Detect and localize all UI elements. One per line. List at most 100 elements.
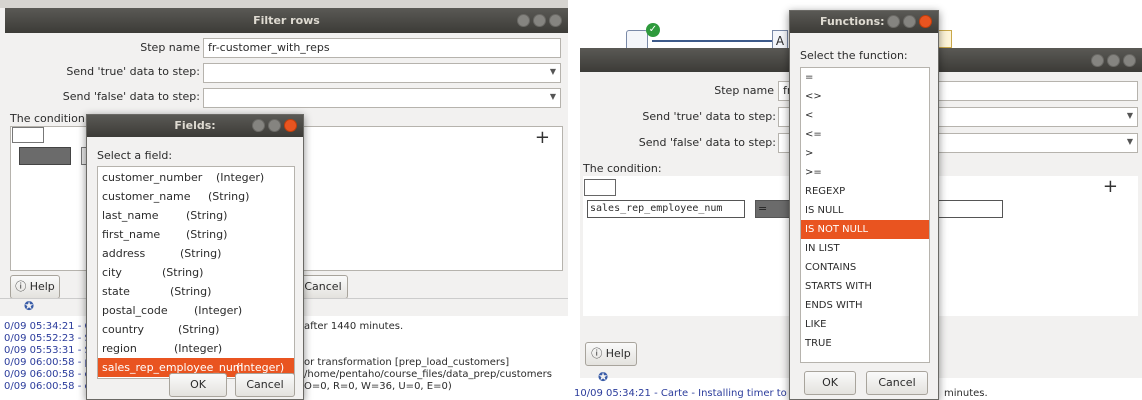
function-item[interactable]: < [801, 106, 929, 125]
checkmark-icon: ✓ [646, 23, 660, 37]
log-line: 0/09 06:00:58 - c [4, 381, 91, 392]
help-label: Help [29, 280, 55, 293]
function-item[interactable]: LIKE [801, 315, 929, 334]
function-item[interactable]: IN LIST [801, 239, 929, 258]
function-item[interactable]: ENDS WITH [801, 296, 929, 315]
function-item[interactable]: REGEXP [801, 182, 929, 201]
fields-dialog-titlebar: Fields: [87, 115, 303, 137]
field-item[interactable]: customer_number (Integer) [98, 168, 294, 187]
functions-dialog-title: Functions: [820, 15, 885, 28]
maximize-icon[interactable] [903, 15, 916, 28]
log-settings-icon[interactable]: ✪ [24, 299, 34, 313]
log-line: 0/09 06:00:58 - c [4, 369, 91, 380]
field-item[interactable]: address (String) [98, 244, 294, 263]
condition-field-box[interactable] [19, 147, 71, 165]
close-icon[interactable] [284, 119, 297, 132]
log-message: /home/pentaho/course_files/data_prep/cus… [304, 369, 552, 380]
send-true-label: Send 'true' data to step: [66, 65, 200, 78]
send-true-dropdown[interactable]: ▼ [203, 63, 561, 83]
log-line: 10/09 05:34:21 - Carte - Installing time… [574, 388, 797, 399]
send-true-label: Send 'true' data to step: [642, 110, 776, 123]
functions-prompt: Select the function: [800, 49, 908, 62]
cancel-label: Cancel [304, 280, 342, 293]
function-item[interactable]: TRUE [801, 334, 929, 353]
canvas-step-icon-2 [938, 30, 952, 48]
maximize-icon[interactable] [268, 119, 281, 132]
field-item[interactable]: first_name (String) [98, 225, 294, 244]
function-item[interactable]: IS NULL [801, 201, 929, 220]
step-name-label: Step name [140, 41, 200, 54]
close-icon[interactable] [919, 15, 932, 28]
log-message: O=0, R=0, W=36, U=0, E=0) [304, 381, 452, 392]
function-item-selected[interactable]: IS NOT NULL [801, 220, 929, 239]
field-item[interactable]: region (Integer) [98, 339, 294, 358]
functions-dialog: Functions: Select the function: = <> < <… [789, 10, 939, 400]
step-name-label: Step name [714, 84, 774, 97]
help-button[interactable]: ⓘ Help [585, 342, 637, 366]
maximize-icon[interactable] [533, 14, 546, 27]
add-condition-icon[interactable]: + [535, 127, 550, 148]
dialog-controls [887, 15, 932, 28]
functions-cancel-button[interactable]: Cancel [866, 371, 928, 395]
window-titlebar: Filter rows [5, 8, 568, 33]
log-message: or transformation [prep_load_customers] [304, 357, 510, 368]
add-condition-icon[interactable]: + [1103, 176, 1118, 197]
minimize-icon[interactable] [887, 15, 900, 28]
minimize-icon[interactable] [252, 119, 265, 132]
log-message: after 1440 minutes. [304, 321, 404, 332]
function-item[interactable]: > [801, 144, 929, 163]
send-false-dropdown[interactable]: ▼ [203, 88, 561, 108]
condition-negate-box[interactable] [12, 127, 44, 143]
fields-cancel-button[interactable]: Cancel [235, 373, 295, 397]
send-false-label: Send 'false' data to step: [62, 90, 200, 103]
function-item[interactable]: <> [801, 87, 929, 106]
function-item[interactable]: CONTAINS [801, 258, 929, 277]
left-screenshot: Filter rows Step name fr-customer_with_r… [0, 0, 568, 400]
help-icon: ⓘ [15, 280, 27, 293]
condition-negate-box[interactable] [584, 179, 616, 196]
maximize-icon[interactable] [1107, 54, 1120, 67]
functions-dialog-titlebar: Functions: [790, 11, 938, 33]
window-title: Filter rows [253, 14, 320, 27]
help-label: Help [605, 347, 631, 360]
function-item[interactable]: = [801, 68, 929, 87]
field-item[interactable]: last_name (String) [98, 206, 294, 225]
functions-ok-button[interactable]: OK [804, 371, 856, 395]
chevron-down-icon: ▼ [549, 67, 556, 76]
field-item[interactable]: state (String) [98, 282, 294, 301]
function-item[interactable]: STARTS WITH [801, 277, 929, 296]
field-item[interactable]: city (String) [98, 263, 294, 282]
help-icon: ⓘ [591, 347, 603, 360]
fields-ok-button[interactable]: OK [169, 373, 227, 397]
fields-dialog: Fields: Select a field: customer_number(… [86, 114, 304, 400]
right-screenshot: ✓ A Step name fr Send 'true' data to ste… [572, 0, 1142, 400]
chevron-down-icon: ▼ [1126, 137, 1133, 146]
field-item[interactable]: postal_code (Integer) [98, 301, 294, 320]
window-controls [1091, 54, 1136, 67]
help-button[interactable]: ⓘ Help [10, 275, 60, 299]
cancel-button[interactable]: Cancel [298, 275, 348, 299]
close-icon[interactable] [549, 14, 562, 27]
window-controls [517, 14, 562, 27]
minimize-icon[interactable] [1091, 54, 1104, 67]
chevron-down-icon: ▼ [549, 92, 556, 101]
log-line: 0/09 06:00:58 - p [4, 357, 91, 368]
log-settings-icon[interactable]: ✪ [598, 370, 608, 384]
functions-list[interactable]: = <> < <= > >= REGEXP IS NULL IS NOT NUL… [800, 67, 930, 363]
dialog-controls [252, 119, 297, 132]
condition-field[interactable]: sales_rep_employee_num [587, 200, 745, 218]
fields-prompt: Select a field: [97, 149, 173, 162]
condition-label: The condition: [10, 112, 89, 125]
function-item[interactable]: <= [801, 125, 929, 144]
function-item[interactable]: >= [801, 163, 929, 182]
step-name-input[interactable]: fr-customer_with_reps [203, 38, 561, 58]
field-item[interactable]: customer_name (String) [98, 187, 294, 206]
log-line: 0/09 05:53:31 - S [4, 345, 91, 356]
minimize-icon[interactable] [517, 14, 530, 27]
condition-label: The condition: [583, 162, 662, 175]
close-icon[interactable] [1123, 54, 1136, 67]
field-item[interactable]: country (String) [98, 320, 294, 339]
hop-arrow [652, 40, 772, 42]
fields-dialog-title: Fields: [174, 119, 216, 132]
fields-list[interactable]: customer_number (Integer) customer_name (S… [97, 166, 295, 379]
